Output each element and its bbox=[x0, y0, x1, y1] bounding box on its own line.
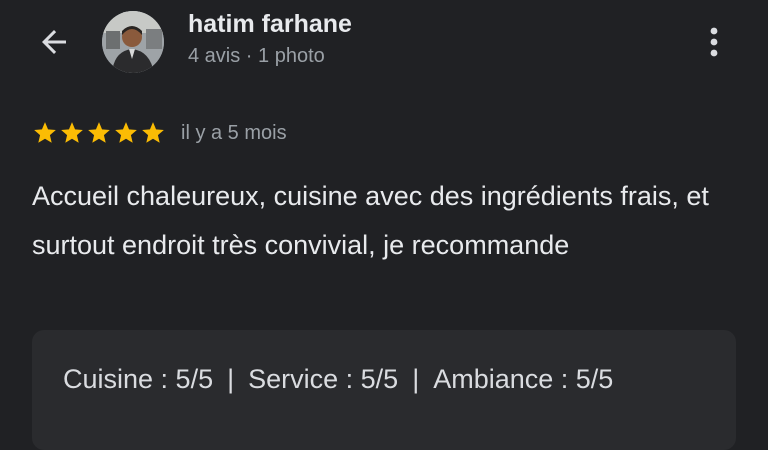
detail-service: Service : 5/5 bbox=[248, 364, 399, 394]
back-button[interactable] bbox=[30, 20, 78, 64]
rating-row: il y a 5 mois bbox=[32, 118, 287, 148]
detail-cuisine: Cuisine : 5/5 bbox=[63, 364, 214, 394]
star-icon bbox=[61, 122, 83, 143]
review-details: Cuisine : 5/5 | Service : 5/5 | Ambiance : 5… bbox=[63, 364, 613, 395]
more-vert-icon bbox=[710, 27, 718, 57]
star-rating bbox=[32, 120, 167, 146]
arrow-back-icon bbox=[42, 30, 66, 54]
review-time: il y a 5 mois bbox=[181, 121, 287, 144]
detail-separator: | bbox=[412, 364, 420, 394]
star-icon bbox=[34, 122, 56, 143]
star-icon bbox=[142, 122, 164, 143]
avatar[interactable] bbox=[102, 11, 164, 73]
avatar-photo bbox=[102, 11, 164, 73]
review-details-card: Cuisine : 5/5 | Service : 5/5 | Ambiance : 5… bbox=[32, 330, 736, 450]
star-icon bbox=[88, 122, 110, 143]
star-icon bbox=[115, 122, 137, 143]
review-text: Accueil chaleureux, cuisine avec des ing… bbox=[32, 181, 709, 260]
user-name[interactable]: hatim farhane bbox=[188, 10, 352, 39]
detail-separator: | bbox=[227, 364, 235, 394]
review-header: hatim farhane 4 avis · 1 photo bbox=[0, 0, 768, 90]
detail-ambiance: Ambiance : 5/5 bbox=[433, 364, 614, 394]
more-options-button[interactable] bbox=[694, 20, 734, 64]
user-meta: 4 avis · 1 photo bbox=[188, 45, 325, 67]
